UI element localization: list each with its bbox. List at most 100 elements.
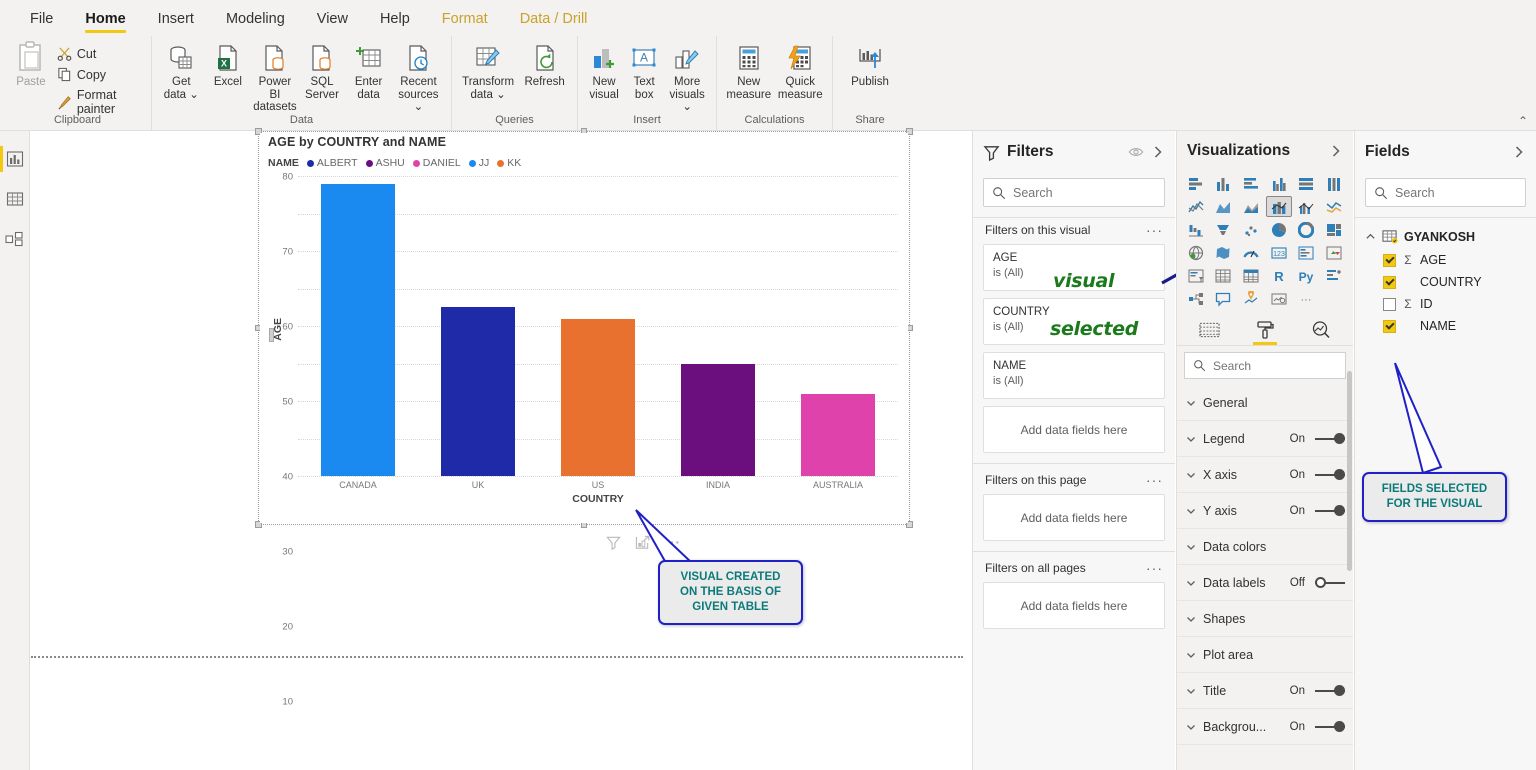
- more-options-icon[interactable]: ···: [1146, 222, 1163, 238]
- ribbon-tab-modeling[interactable]: Modeling: [210, 9, 301, 36]
- field-checkbox[interactable]: [1383, 297, 1396, 311]
- matrix-icon[interactable]: [1238, 265, 1264, 286]
- legend-item-kk[interactable]: KK: [497, 157, 521, 169]
- quick-measure-button[interactable]: Quick measure: [775, 40, 827, 104]
- chevron-down-icon[interactable]: [1185, 685, 1197, 697]
- format-row-toggle[interactable]: [1315, 433, 1345, 445]
- copy-button[interactable]: Copy: [52, 65, 145, 84]
- eye-icon[interactable]: [1128, 145, 1144, 159]
- field-item-country[interactable]: COUNTRY: [1355, 271, 1536, 293]
- donut-chart-icon[interactable]: [1294, 219, 1320, 240]
- chevron-down-icon[interactable]: [1185, 649, 1197, 661]
- filter-card-name[interactable]: NAME is (All): [983, 352, 1165, 399]
- python-visual-icon[interactable]: Py: [1294, 265, 1320, 286]
- more-options-icon[interactable]: ···: [1146, 472, 1163, 488]
- area-chart-icon[interactable]: [1211, 196, 1237, 217]
- legend-item-daniel[interactable]: DANIEL: [412, 157, 461, 169]
- ribbon-chart-icon[interactable]: [1321, 196, 1347, 217]
- chart-bar[interactable]: [440, 307, 516, 476]
- format-pane-scrollbar[interactable]: [1347, 371, 1352, 571]
- chevron-down-icon[interactable]: [1185, 433, 1197, 445]
- bar-chart-visual[interactable]: AGE by COUNTRY and NAME NAME ALBERT ASHU…: [260, 133, 908, 708]
- excel-button[interactable]: X Excel: [205, 40, 252, 92]
- focus-mode-icon[interactable]: [635, 535, 650, 550]
- ribbon-tab-help[interactable]: Help: [364, 9, 426, 36]
- format-row-toggle[interactable]: [1315, 685, 1345, 697]
- table-icon[interactable]: [1211, 265, 1237, 286]
- format-search-input[interactable]: [1213, 358, 1337, 373]
- map-icon[interactable]: [1183, 242, 1209, 263]
- get-more-visuals-icon[interactable]: ···: [1294, 288, 1320, 309]
- 100-stacked-column-chart-icon[interactable]: [1321, 173, 1347, 194]
- fields-table-gyankosh[interactable]: GYANKOSH: [1355, 224, 1536, 249]
- legend-item-albert[interactable]: ALBERT: [306, 157, 358, 169]
- smart-narrative-icon[interactable]: [1238, 288, 1264, 309]
- clustered-column-chart-icon[interactable]: [1266, 173, 1292, 194]
- more-visuals-button[interactable]: More visuals ⌄: [664, 40, 710, 117]
- legend-item-jj[interactable]: JJ: [468, 157, 489, 169]
- sidebar-item-report-view[interactable]: [0, 139, 29, 179]
- fields-search-input[interactable]: [1395, 185, 1517, 200]
- field-item-age[interactable]: Σ AGE: [1355, 249, 1536, 271]
- format-row-data-labels[interactable]: Data labels Off: [1177, 565, 1353, 601]
- field-item-name[interactable]: NAME: [1355, 315, 1536, 337]
- field-checkbox[interactable]: [1383, 275, 1396, 289]
- filter-icon[interactable]: [606, 535, 621, 550]
- fields-search-box[interactable]: [1365, 178, 1526, 207]
- filters-search-input[interactable]: [1013, 185, 1156, 200]
- stacked-bar-chart-icon[interactable]: [1183, 173, 1209, 194]
- collapse-fields-pane-icon[interactable]: [1512, 145, 1526, 159]
- paginated-report-icon[interactable]: [1266, 288, 1292, 309]
- treemap-icon[interactable]: [1321, 219, 1347, 240]
- pie-chart-icon[interactable]: [1266, 219, 1292, 240]
- analytics-tab[interactable]: [1306, 317, 1336, 343]
- collapse-filters-pane-icon[interactable]: [1151, 145, 1165, 159]
- r-script-visual-icon[interactable]: R: [1266, 265, 1292, 286]
- chart-bar[interactable]: [320, 183, 396, 476]
- format-row-title[interactable]: Title On: [1177, 673, 1353, 709]
- powerbi-datasets-button[interactable]: Power BI datasets: [251, 40, 298, 117]
- get-data-button[interactable]: Get data ⌄: [158, 40, 205, 104]
- format-row-x-axis[interactable]: X axis On: [1177, 457, 1353, 493]
- scatter-chart-icon[interactable]: [1238, 219, 1264, 240]
- line-chart-icon[interactable]: [1183, 196, 1209, 217]
- field-checkbox[interactable]: [1383, 253, 1396, 267]
- report-canvas[interactable]: AGE by COUNTRY and NAME NAME ALBERT ASHU…: [31, 128, 972, 770]
- recent-sources-button[interactable]: Recent sources ⌄: [392, 40, 445, 117]
- clustered-bar-chart-icon[interactable]: [1238, 173, 1264, 194]
- collapse-ribbon-button[interactable]: ⌃: [1518, 114, 1528, 128]
- chevron-down-icon[interactable]: [1185, 613, 1197, 625]
- more-options-icon[interactable]: [664, 535, 680, 550]
- waterfall-chart-icon[interactable]: [1183, 219, 1209, 240]
- publish-button[interactable]: Publish: [839, 40, 901, 92]
- format-row-plot-area[interactable]: Plot area: [1177, 637, 1353, 673]
- format-row-data-colors[interactable]: Data colors: [1177, 529, 1353, 565]
- new-visual-button[interactable]: New visual: [584, 40, 624, 104]
- format-row-general[interactable]: General: [1177, 385, 1353, 421]
- chevron-down-icon[interactable]: [1185, 541, 1197, 553]
- chevron-down-icon[interactable]: [1185, 505, 1197, 517]
- chart-bar[interactable]: [800, 393, 876, 476]
- ribbon-tab-data-drill[interactable]: Data / Drill: [504, 9, 604, 36]
- sql-server-button[interactable]: SQL Server: [299, 40, 346, 104]
- ribbon-tab-file[interactable]: File: [14, 9, 69, 36]
- chart-bar[interactable]: [560, 318, 636, 476]
- format-row-backgrou[interactable]: Backgrou... On: [1177, 709, 1353, 745]
- card-icon[interactable]: 123: [1266, 242, 1292, 263]
- format-row-shapes[interactable]: Shapes: [1177, 601, 1353, 637]
- ribbon-tab-insert[interactable]: Insert: [142, 9, 210, 36]
- refresh-button[interactable]: Refresh: [518, 40, 571, 92]
- more-options-icon[interactable]: ···: [1146, 560, 1163, 576]
- text-box-button[interactable]: A Text box: [624, 40, 664, 104]
- format-row-toggle[interactable]: [1315, 577, 1345, 589]
- chart-plot-area[interactable]: COUNTRY 0 10 20 30 40 50 60 70 80 CANADA UK US INDIA…: [282, 172, 898, 708]
- format-row-y-axis[interactable]: Y axis On: [1177, 493, 1353, 529]
- fields-tab[interactable]: [1194, 317, 1224, 343]
- format-row-toggle[interactable]: [1315, 505, 1345, 517]
- chevron-down-icon[interactable]: [1185, 397, 1197, 409]
- paste-button[interactable]: Paste: [10, 40, 52, 88]
- legend-item-ashu[interactable]: ASHU: [365, 157, 405, 169]
- chevron-down-icon[interactable]: [1185, 469, 1197, 481]
- visualization-type-grid[interactable]: 123 R Py ···: [1177, 171, 1353, 313]
- stacked-area-chart-icon[interactable]: [1238, 196, 1264, 217]
